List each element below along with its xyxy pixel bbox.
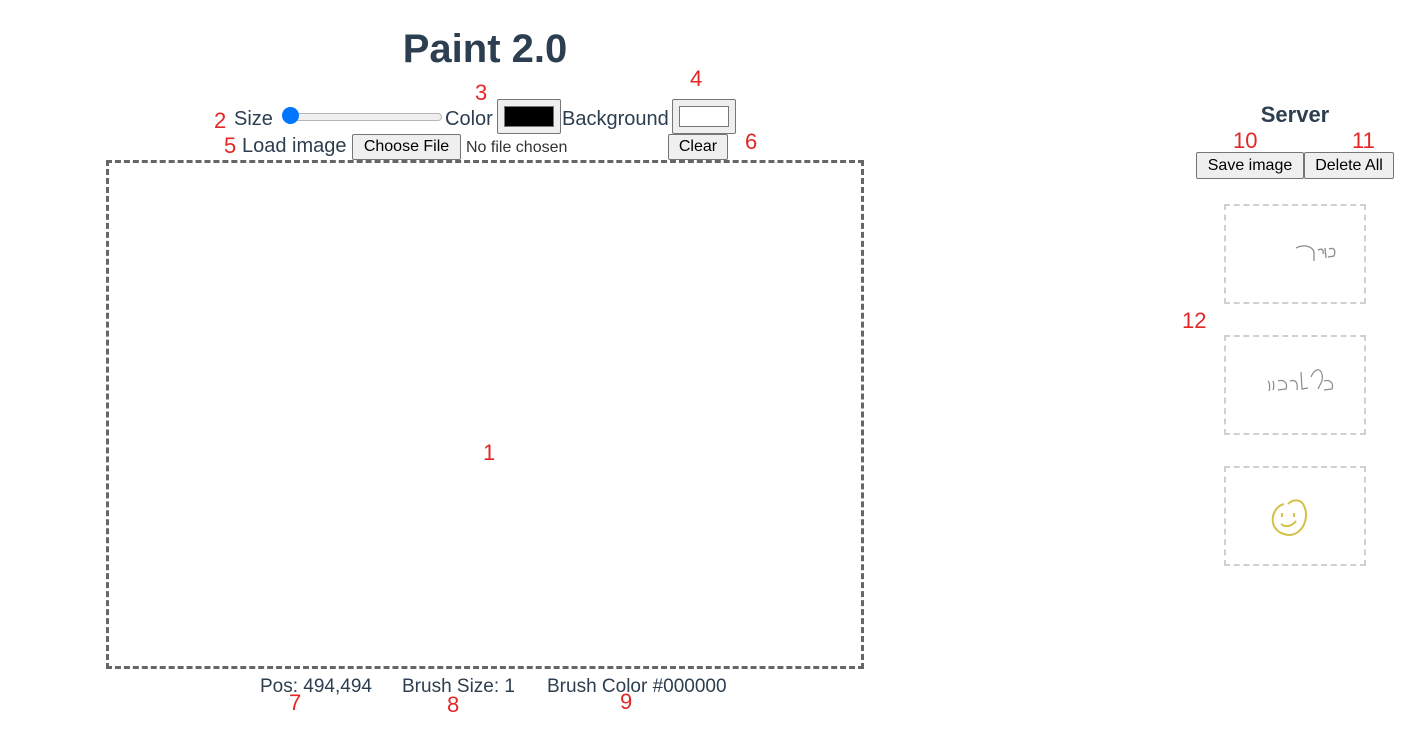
brush-color-swatch <box>504 106 554 127</box>
saved-image-thumbnail[interactable] <box>1224 204 1366 304</box>
annotation-label-canvas: 1 <box>483 440 496 465</box>
server-panel-title: Server <box>1260 102 1330 127</box>
brush-color-readout: Brush Color #000000 <box>547 676 727 697</box>
annotation-label-delete-all: 11 <box>1352 128 1375 153</box>
color-label: Color <box>445 108 493 130</box>
size-label: Size <box>234 108 273 130</box>
thumbnail-drawing <box>1295 245 1336 261</box>
thumbnail-drawing <box>1271 499 1307 536</box>
slider-track <box>286 113 442 121</box>
annotation-label-brush-size: 8 <box>447 692 460 717</box>
choose-file-button[interactable]: Choose File <box>352 134 461 160</box>
brush-color-picker[interactable] <box>497 99 561 134</box>
annotation-label-background: 4 <box>690 66 703 91</box>
clear-button[interactable]: Clear <box>668 134 728 160</box>
annotation-label-load-image: 5 <box>224 133 237 158</box>
page-title: Paint 2.0 <box>402 27 568 71</box>
background-color-swatch <box>679 106 729 127</box>
annotation-label-position: 7 <box>289 690 302 715</box>
annotation-label-brush-color: 9 <box>620 689 633 714</box>
annotation-label-clear: 6 <box>745 129 758 154</box>
annotation-label-color: 3 <box>475 80 488 105</box>
file-status-text: No file chosen <box>466 139 568 156</box>
brush-size-slider[interactable] <box>282 107 442 124</box>
background-label: Background <box>562 108 669 130</box>
drawing-canvas[interactable]: 1 <box>106 160 864 669</box>
saved-image-thumbnail[interactable] <box>1224 335 1366 435</box>
saved-image-thumbnail[interactable] <box>1224 466 1366 566</box>
annotation-label-thumbnails: 12 <box>1182 308 1207 333</box>
save-image-button[interactable]: Save image <box>1196 152 1304 179</box>
background-color-picker[interactable] <box>672 99 736 134</box>
slider-thumb[interactable] <box>282 107 299 124</box>
thumbnail-drawing <box>1267 369 1334 392</box>
position-readout: Pos: 494,494 <box>260 676 372 697</box>
load-image-label: Load image <box>242 135 347 157</box>
annotation-label-save-image: 10 <box>1233 128 1258 153</box>
annotation-label-size: 2 <box>214 108 227 133</box>
delete-all-button[interactable]: Delete All <box>1304 152 1394 179</box>
